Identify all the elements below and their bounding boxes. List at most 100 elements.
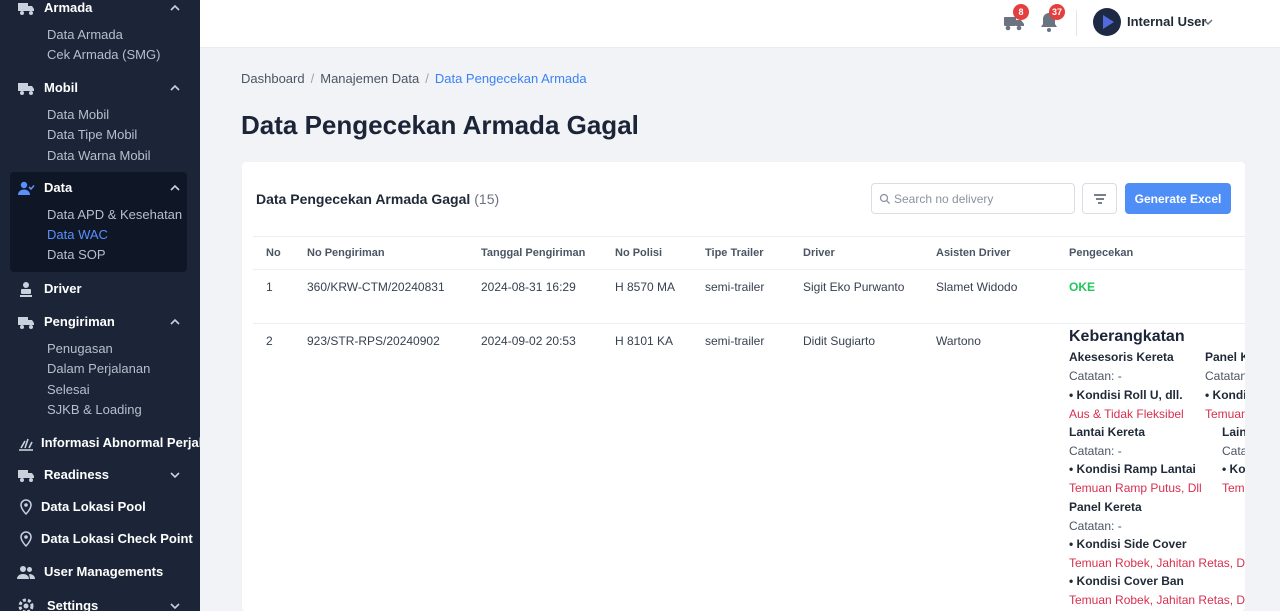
breadcrumb-dashboard[interactable]: Dashboard bbox=[241, 71, 305, 86]
column-header: No Polisi bbox=[615, 247, 663, 259]
chevron-up-icon[interactable] bbox=[168, 81, 182, 95]
user-name[interactable]: Internal User bbox=[1127, 14, 1206, 29]
pengecekan-section-title: Keberangkatan bbox=[1069, 328, 1185, 345]
column-header: Tanggal Pengiriman bbox=[481, 247, 586, 259]
cell-no-polisi: H 8570 MA bbox=[615, 280, 676, 294]
sidebar-item-user-managements[interactable]: User Managements bbox=[0, 559, 200, 585]
cell-tanggal: 2024-09-02 20:53 bbox=[481, 334, 576, 348]
cell-no-pengiriman: 923/STR-RPS/20240902 bbox=[307, 334, 440, 348]
check-item: • Kondisi Ramp Lantai bbox=[1069, 462, 1196, 476]
card-title-text: Data Pengecekan Armada Gagal bbox=[256, 191, 471, 207]
check-heading: Panel Kereta bbox=[1069, 500, 1142, 514]
sidebar-item-label: Readiness bbox=[44, 467, 110, 482]
record-count: (15) bbox=[474, 191, 500, 207]
page-title: Data Pengecekan Armada Gagal bbox=[241, 110, 639, 140]
sidebar-item-pengiriman[interactable]: Pengiriman bbox=[0, 309, 200, 335]
sidebar-item-label: Driver bbox=[44, 281, 82, 296]
breadcrumb: Dashboard / Manajemen Data / Data Pengecekan… bbox=[241, 71, 587, 86]
search-box[interactable] bbox=[871, 183, 1075, 214]
cell-tanggal: 2024-08-31 16:29 bbox=[481, 280, 576, 294]
card-title: Data Pengecekan Armada Gagal (15) bbox=[256, 191, 499, 207]
table-row: 2 923/STR-RPS/20240902 2024-09-02 20:53 … bbox=[253, 324, 1245, 611]
table-header: No No Pengiriman Tanggal Pengiriman No P… bbox=[253, 236, 1245, 270]
cell-tipe-trailer: semi-trailer bbox=[705, 334, 765, 348]
sidebar-subitem-data-wac[interactable]: Data WAC bbox=[47, 227, 108, 242]
sidebar-subitem-cek-armada[interactable]: Cek Armada (SMG) bbox=[47, 47, 160, 62]
truck-icon bbox=[18, 3, 34, 15]
truck-notification-badge: 8 bbox=[1013, 4, 1029, 20]
cell-no: 1 bbox=[266, 280, 273, 294]
check-heading: Lain bbox=[1222, 425, 1245, 439]
check-note: Catatan: - bbox=[1069, 369, 1122, 383]
truck-icon bbox=[18, 83, 34, 95]
sidebar-item-informasi-abnormal[interactable]: Informasi Abnormal Perjal bbox=[0, 430, 200, 456]
sidebar-item-driver[interactable]: Driver bbox=[0, 276, 200, 302]
column-header: Asisten Driver bbox=[936, 247, 1011, 259]
sidebar-subitem-sjkb-loading[interactable]: SJKB & Loading bbox=[47, 402, 142, 417]
search-icon bbox=[879, 193, 891, 205]
breadcrumb-manajemen-data[interactable]: Manajemen Data bbox=[320, 71, 419, 86]
sidebar-item-label: Armada bbox=[44, 0, 93, 15]
cell-pengecekan-status: OKE bbox=[1069, 280, 1096, 294]
chevron-up-icon[interactable] bbox=[168, 315, 182, 329]
cell-tipe-trailer: semi-trailer bbox=[705, 280, 765, 294]
cell-no: 2 bbox=[266, 334, 273, 348]
table-row: 1 360/KRW-CTM/20240831 2024-08-31 16:29 … bbox=[253, 270, 1245, 324]
check-heading: Lantai Kereta bbox=[1069, 425, 1146, 439]
sidebar-item-armada[interactable]: Armada bbox=[0, 0, 200, 21]
filter-icon bbox=[1094, 194, 1106, 204]
generate-excel-button[interactable]: Generate Excel bbox=[1125, 183, 1231, 214]
column-header: Tipe Trailer bbox=[705, 247, 764, 259]
chevron-down-icon[interactable] bbox=[168, 468, 182, 482]
sidebar-subitem-penugasan[interactable]: Penugasan bbox=[47, 341, 113, 356]
sidebar-subitem-data-armada[interactable]: Data Armada bbox=[47, 27, 123, 42]
sidebar-subitem-dalam-perjalanan[interactable]: Dalam Perjalanan bbox=[47, 361, 150, 376]
sidebar-item-label: Mobil bbox=[44, 80, 78, 95]
alert-burst-icon bbox=[19, 438, 33, 451]
sidebar-item-lokasi-pool[interactable]: Data Lokasi Pool bbox=[0, 494, 200, 520]
sidebar-subitem-data-warna-mobil[interactable]: Data Warna Mobil bbox=[47, 148, 151, 163]
truck-icon bbox=[18, 470, 34, 482]
sidebar-subitem-selesai[interactable]: Selesai bbox=[47, 382, 90, 397]
breadcrumb-separator: / bbox=[310, 71, 315, 86]
search-input[interactable] bbox=[894, 188, 1070, 210]
chevron-up-icon[interactable] bbox=[168, 181, 182, 195]
user-check-icon bbox=[18, 181, 35, 195]
sidebar-item-data[interactable]: Data bbox=[0, 175, 200, 201]
chevron-up-icon[interactable] bbox=[168, 1, 182, 15]
sidebar-item-label: Data Lokasi Pool bbox=[41, 499, 146, 514]
cell-asisten: Slamet Widodo bbox=[936, 280, 1018, 294]
avatar[interactable] bbox=[1093, 8, 1121, 36]
breadcrumb-current: Data Pengecekan Armada bbox=[434, 71, 587, 86]
check-finding: Temuan Ramp Putus, Dll bbox=[1069, 481, 1202, 495]
check-item: • Kondisi Cover Ban bbox=[1069, 574, 1184, 588]
sidebar-item-settings[interactable]: Settings bbox=[0, 593, 200, 611]
gear-icon bbox=[18, 598, 34, 611]
breadcrumb-separator: / bbox=[425, 71, 429, 86]
sidebar-item-readiness[interactable]: Readiness bbox=[0, 462, 200, 488]
filter-button[interactable] bbox=[1082, 183, 1117, 214]
chevron-down-icon[interactable] bbox=[1202, 16, 1214, 28]
sidebar-subitem-data-tipe-mobil[interactable]: Data Tipe Mobil bbox=[47, 127, 137, 142]
cell-driver: Sigit Eko Purwanto bbox=[803, 280, 905, 294]
sidebar-item-label: Informasi Abnormal Perjal bbox=[41, 435, 200, 450]
sidebar-subitem-data-mobil[interactable]: Data Mobil bbox=[47, 107, 109, 122]
map-pin-icon bbox=[20, 499, 32, 516]
check-item: • Kondisi Side Cover bbox=[1069, 537, 1187, 551]
check-finding: Temuan Robek, Jahitan Retas, D bbox=[1069, 556, 1245, 570]
topbar-divider bbox=[1076, 10, 1077, 36]
map-pin-icon bbox=[20, 531, 32, 548]
chevron-down-icon[interactable] bbox=[168, 599, 182, 611]
sidebar-item-lokasi-checkpoint[interactable]: Data Lokasi Check Point bbox=[0, 526, 200, 552]
check-note: Catatan: - bbox=[1069, 519, 1122, 533]
sidebar-subitem-data-sop[interactable]: Data SOP bbox=[47, 247, 106, 262]
column-header: No bbox=[266, 247, 281, 259]
column-header: No Pengiriman bbox=[307, 247, 385, 259]
check-item: • Kondi bbox=[1205, 388, 1245, 402]
sidebar-item-mobil[interactable]: Mobil bbox=[0, 75, 200, 101]
sidebar-subitem-data-apd[interactable]: Data APD & Kesehatan bbox=[47, 207, 182, 222]
topbar: 8 37 Internal User bbox=[200, 0, 1280, 48]
cell-driver: Didit Sugiarto bbox=[803, 334, 876, 348]
check-note: Cata bbox=[1222, 444, 1245, 458]
check-heading: Akesesoris Kereta bbox=[1069, 350, 1174, 364]
